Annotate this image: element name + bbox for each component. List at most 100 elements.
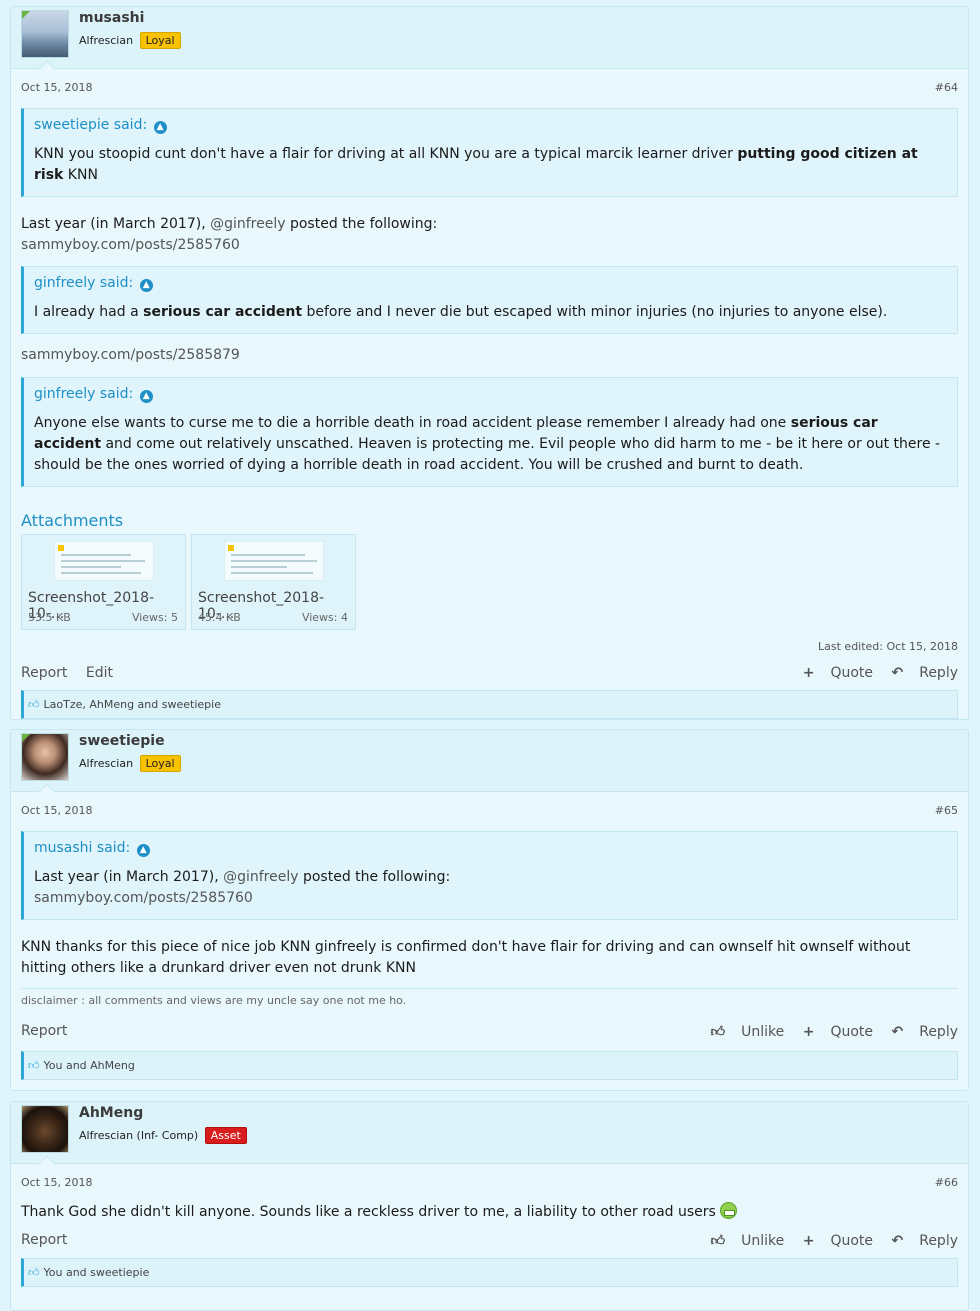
avatar[interactable] xyxy=(21,1105,69,1153)
post-text: sammyboy.com/posts/2585879 xyxy=(11,345,968,366)
report-button[interactable]: Report xyxy=(21,1232,67,1248)
quote-body: I already had a serious car accident bef… xyxy=(34,302,947,323)
reply-button[interactable]: ↶ Reply xyxy=(891,1233,958,1249)
user-mention[interactable]: @ginfreely xyxy=(223,869,298,885)
likes-list[interactable]: LaoTze, AhMeng and sweetiepie xyxy=(44,698,221,711)
post-actions: Report Edit + Quote ↶ Reply xyxy=(11,665,968,681)
avatar[interactable] xyxy=(21,733,69,781)
plus-icon: + xyxy=(802,1233,815,1249)
unlike-button-label[interactable]: Unlike xyxy=(741,1024,784,1040)
post-link[interactable]: sammyboy.com/posts/2585879 xyxy=(21,345,958,366)
quote-bold-text: serious car accident xyxy=(143,304,303,320)
reply-button-label[interactable]: Reply xyxy=(919,1024,958,1040)
post-date[interactable]: Oct 15, 2018 xyxy=(21,81,93,94)
user-title-text: Alfrescian (Inf- Comp) xyxy=(79,1129,199,1142)
post-meta: Oct 15, 2018 #65 xyxy=(11,792,968,817)
thumbs-up-icon: 👍︎ xyxy=(710,1024,726,1040)
post-date[interactable]: Oct 15, 2018 xyxy=(21,804,93,817)
quote-text-tail: before and I never die but escaped with … xyxy=(302,304,888,320)
quote-button[interactable]: + Quote xyxy=(803,1233,873,1249)
plus-icon: + xyxy=(802,1024,815,1040)
quote-author[interactable]: ginfreely said: ▲ xyxy=(34,275,947,292)
post-text-line-tail: posted the following: xyxy=(285,216,438,232)
user-badge: Asset xyxy=(204,1127,247,1144)
attachment-item[interactable]: Screenshot_2018-10-... 45.4 KB Views: 4 xyxy=(191,534,356,630)
unlike-button[interactable]: 👍︎ Unlike xyxy=(711,1233,785,1249)
post-number[interactable]: #65 xyxy=(935,804,958,817)
reply-button[interactable]: ↶ Reply xyxy=(891,1024,958,1040)
quote-body: Last year (in March 2017), @ginfreely po… xyxy=(34,867,947,909)
quote-author-label[interactable]: ginfreely said: xyxy=(34,275,133,291)
user-badge: Loyal xyxy=(139,32,181,49)
quote-author[interactable]: ginfreely said: ▲ xyxy=(34,386,947,403)
post-date[interactable]: Oct 15, 2018 xyxy=(21,1176,93,1189)
attachment-thumbnail[interactable] xyxy=(224,541,324,581)
attachment-item[interactable]: Screenshot_2018-10-... 53.5 KB Views: 5 xyxy=(21,534,186,630)
username[interactable]: sweetiepie xyxy=(79,733,165,749)
quote-button-label[interactable]: Quote xyxy=(830,1024,873,1040)
reply-button-label[interactable]: Reply xyxy=(919,665,958,681)
post-user-header: musashi Alfrescian Loyal xyxy=(11,7,968,78)
attachment-thumbnail[interactable] xyxy=(54,541,154,581)
post-text-content: Thank God she didn't kill anyone. Sounds… xyxy=(21,1204,716,1220)
user-badge: Loyal xyxy=(139,755,181,772)
quote-author-label[interactable]: ginfreely said: xyxy=(34,386,133,402)
quote-author[interactable]: sweetiepie said: ▲ xyxy=(34,117,947,134)
post-link[interactable]: sammyboy.com/posts/2585760 xyxy=(21,235,958,256)
reply-button-label[interactable]: Reply xyxy=(919,1233,958,1249)
report-button[interactable]: Report xyxy=(21,1023,67,1039)
post-actions: Report 👍︎ Unlike + Quote ↶ Reply xyxy=(11,1232,968,1249)
quote-button-label[interactable]: Quote xyxy=(830,665,873,681)
post-text: Last year (in March 2017), @ginfreely po… xyxy=(11,214,968,256)
attachment-views: Views: 4 xyxy=(301,611,348,624)
post-number[interactable]: #66 xyxy=(935,1176,958,1189)
post-link[interactable]: sammyboy.com/posts/2585760 xyxy=(34,888,947,909)
reply-button[interactable]: ↶ Reply xyxy=(891,665,958,681)
quote-button[interactable]: + Quote xyxy=(803,665,873,681)
post: musashi Alfrescian Loyal Oct 15, 2018 #6… xyxy=(10,6,969,720)
quote-button[interactable]: + Quote xyxy=(803,1024,873,1040)
go-to-quote-icon[interactable]: ▲ xyxy=(139,279,153,292)
user-title-text: Alfrescian xyxy=(79,34,134,47)
quote-author-label[interactable]: sweetiepie said: xyxy=(34,117,147,133)
quote-text: KNN you stoopid cunt don't have a flair … xyxy=(34,146,738,162)
post-meta: Oct 15, 2018 #64 xyxy=(11,69,968,94)
go-to-quote-icon[interactable]: ▲ xyxy=(139,390,153,403)
unlike-button-label[interactable]: Unlike xyxy=(741,1233,784,1249)
likes-list[interactable]: You and AhMeng xyxy=(44,1059,135,1072)
plus-icon: + xyxy=(802,665,815,681)
signature: disclaimer : all comments and views are … xyxy=(21,988,958,1007)
quote-text-tail: and come out relatively unscathed. Heave… xyxy=(34,436,941,473)
attachment-size: 45.4 KB xyxy=(198,611,241,624)
thumbs-up-icon: 👍︎ xyxy=(28,1059,40,1072)
report-button[interactable]: Report xyxy=(21,665,67,681)
likes-bar: 👍︎ You and AhMeng xyxy=(21,1051,958,1080)
last-edited: Last edited: Oct 15, 2018 xyxy=(818,640,958,653)
attachment-views: Views: 5 xyxy=(131,611,178,624)
quote-block: musashi said: ▲ Last year (in March 2017… xyxy=(21,831,958,920)
user-title-text: Alfrescian xyxy=(79,757,134,770)
quote-button-label[interactable]: Quote xyxy=(830,1233,873,1249)
post-text-line: Last year (in March 2017), xyxy=(21,216,211,232)
quote-author-label[interactable]: musashi said: xyxy=(34,840,130,856)
go-to-quote-icon[interactable]: ▲ xyxy=(153,121,167,134)
quote-author[interactable]: musashi said: ▲ xyxy=(34,840,947,857)
post-number[interactable]: #64 xyxy=(935,81,958,94)
avatar[interactable] xyxy=(21,10,69,58)
user-mention[interactable]: @ginfreely xyxy=(210,216,285,232)
likes-list[interactable]: You and sweetiepie xyxy=(44,1266,150,1279)
username[interactable]: musashi xyxy=(79,10,144,26)
post: sweetiepie Alfrescian Loyal Oct 15, 2018… xyxy=(10,729,969,1091)
quote-text: Last year (in March 2017), xyxy=(34,869,224,885)
likes-bar: 👍︎ You and sweetiepie xyxy=(21,1258,958,1287)
user-title: Alfrescian Loyal xyxy=(79,32,181,49)
username[interactable]: AhMeng xyxy=(79,1105,143,1121)
quote-block: ginfreely said: ▲ Anyone else wants to c… xyxy=(21,377,958,487)
edit-button[interactable]: Edit xyxy=(86,665,113,681)
go-to-quote-icon[interactable]: ▲ xyxy=(136,844,150,857)
post-meta: Oct 15, 2018 #66 xyxy=(11,1164,968,1189)
user-title: Alfrescian Loyal xyxy=(79,755,181,772)
online-indicator xyxy=(22,11,30,19)
grin-emoji-icon xyxy=(720,1202,738,1219)
unlike-button[interactable]: 👍︎ Unlike xyxy=(711,1024,785,1040)
